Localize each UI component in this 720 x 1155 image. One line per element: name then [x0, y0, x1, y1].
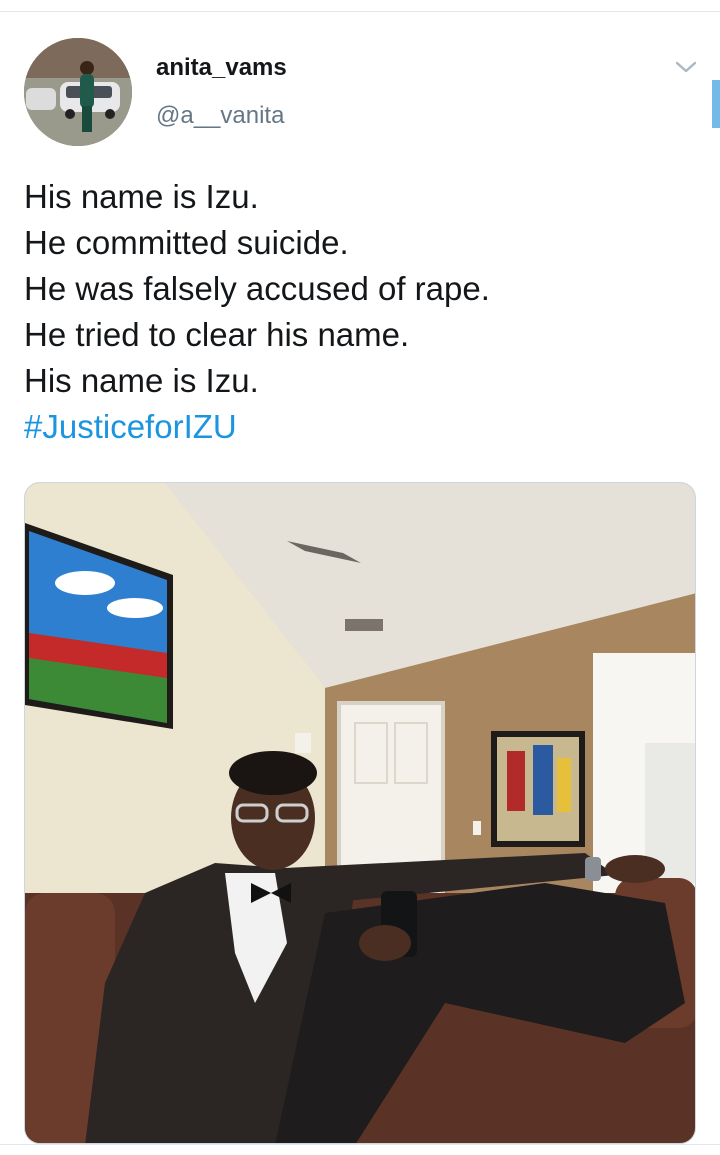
tweet-text-line: He was falsely accused of rape.	[24, 270, 490, 307]
tweet-text-line: His name is Izu.	[24, 178, 259, 215]
author-display-name[interactable]: anita_vams	[156, 54, 287, 82]
author-avatar[interactable]	[24, 38, 132, 146]
tweet-card[interactable]: anita_vams @a__vanita His name is Izu. H…	[0, 0, 720, 1155]
author-handle[interactable]: @a__vanita	[156, 102, 284, 130]
scrollbar-thumb[interactable]	[712, 80, 720, 128]
tweet-text-line: His name is Izu.	[24, 362, 259, 399]
tweet-text-line: He tried to clear his name.	[24, 316, 410, 353]
tweet-text: His name is Izu. He committed suicide. H…	[24, 174, 684, 450]
bottom-divider	[0, 1144, 720, 1145]
avatar-photo	[24, 38, 132, 146]
photo-illustration	[25, 483, 695, 1143]
tweet-text-line: He committed suicide.	[24, 224, 349, 261]
chevron-down-icon[interactable]	[674, 58, 698, 76]
tweet-media-photo[interactable]	[24, 482, 696, 1144]
hashtag-link[interactable]: #JusticeforIZU	[24, 404, 684, 450]
